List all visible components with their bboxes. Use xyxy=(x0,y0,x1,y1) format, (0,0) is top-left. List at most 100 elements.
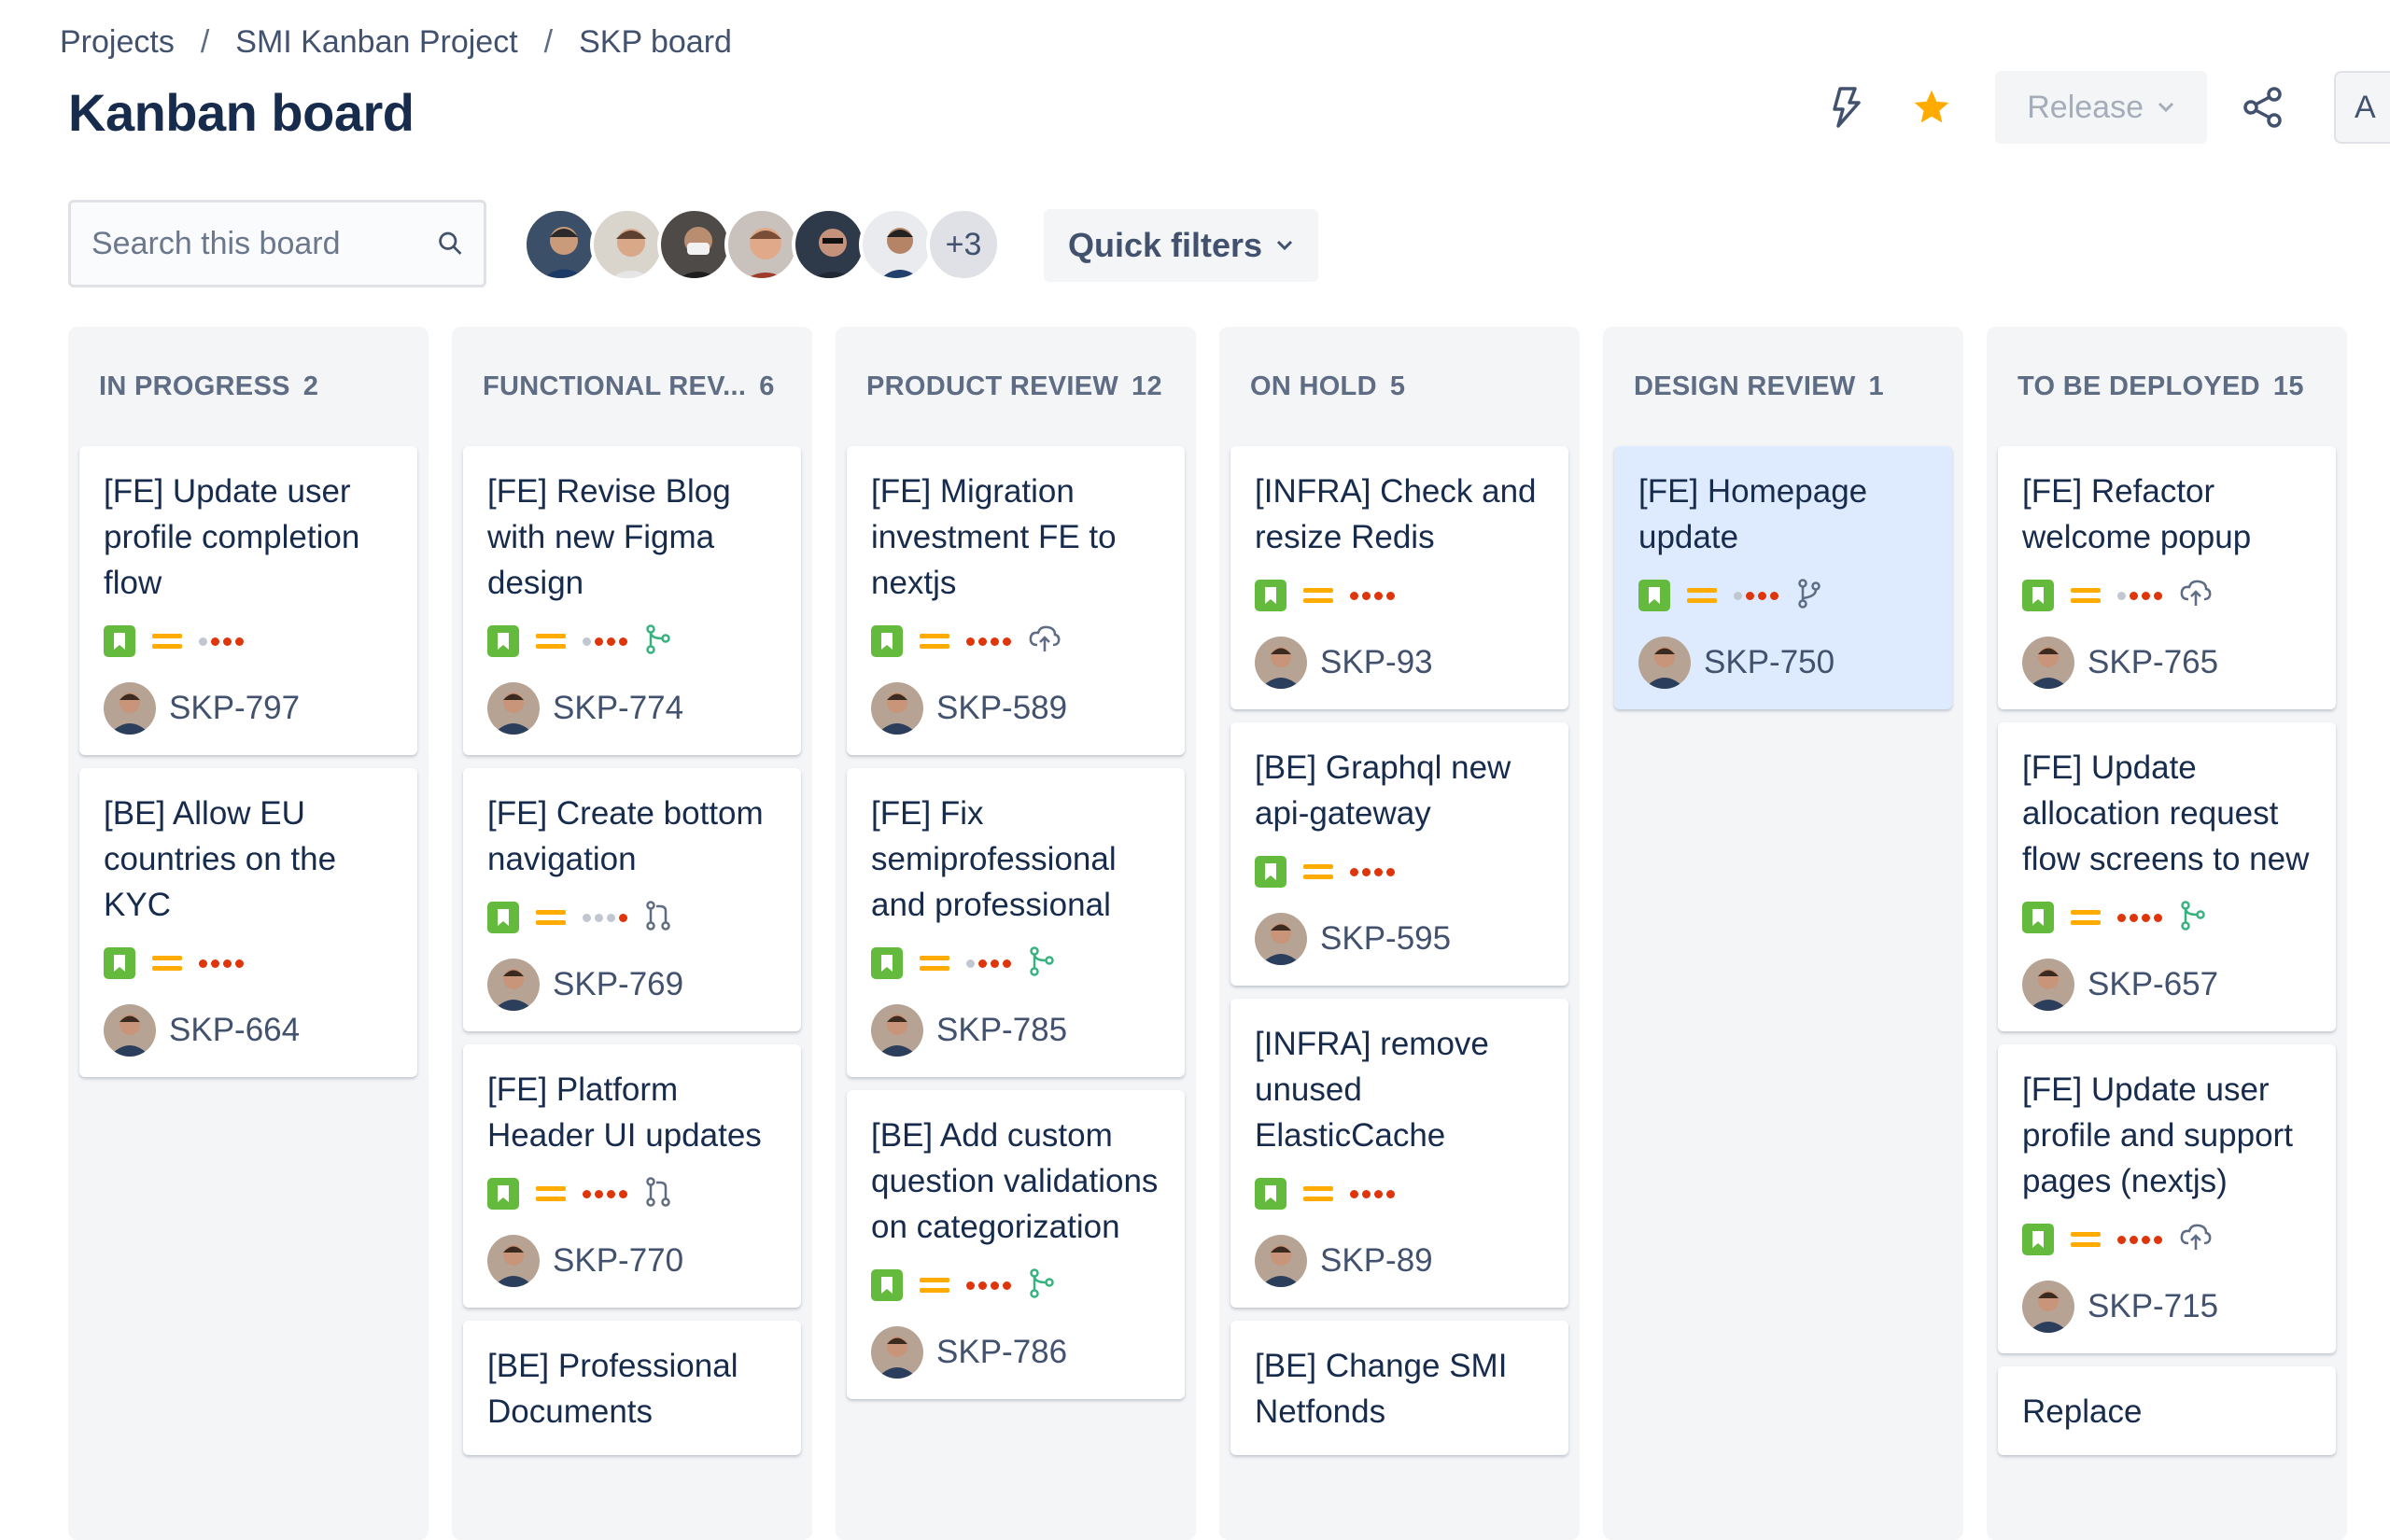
progress-dots xyxy=(583,1189,627,1198)
avatar[interactable] xyxy=(792,207,866,282)
issue-card[interactable]: [FE] Update user profile and support pag… xyxy=(1998,1044,2336,1353)
avatar[interactable] xyxy=(590,207,665,282)
avatar[interactable] xyxy=(2022,959,2074,1011)
column-header[interactable]: FUNCTIONAL REV... 6 xyxy=(463,327,801,446)
avatar[interactable] xyxy=(487,1235,540,1287)
issue-key[interactable]: SKP-774 xyxy=(553,690,683,727)
star-icon[interactable] xyxy=(1902,77,1961,137)
breadcrumb-project[interactable]: SMI Kanban Project xyxy=(235,24,517,61)
search-input[interactable] xyxy=(90,224,436,263)
issue-key[interactable]: SKP-750 xyxy=(1704,644,1835,681)
issue-key[interactable]: SKP-657 xyxy=(2088,966,2218,1003)
column-header[interactable]: IN PROGRESS 2 xyxy=(79,327,417,446)
issue-key[interactable]: SKP-797 xyxy=(169,690,300,727)
issue-key[interactable]: SKP-93 xyxy=(1320,644,1433,681)
avatar[interactable] xyxy=(657,207,732,282)
issue-card[interactable]: [FE] Create bottom navigation SKP-769 xyxy=(463,768,801,1031)
column-header[interactable]: TO BE DEPLOYED 15 xyxy=(1998,327,2336,446)
card-footer: SKP-765 xyxy=(2022,637,2312,689)
issue-card[interactable]: [FE] Update user profile completion flow… xyxy=(79,446,417,755)
avatar[interactable] xyxy=(871,1004,923,1057)
story-icon xyxy=(871,1269,903,1301)
column-header[interactable]: ON HOLD 5 xyxy=(1230,327,1568,446)
avatar[interactable] xyxy=(2022,637,2074,689)
search-box xyxy=(68,200,486,287)
issue-card[interactable]: [BE] Add custom question validations on … xyxy=(847,1090,1185,1399)
issue-card[interactable]: [BE] Professional Documents xyxy=(463,1321,801,1455)
issue-key[interactable]: SKP-589 xyxy=(936,690,1067,727)
avatar[interactable] xyxy=(859,207,934,282)
priority-medium-icon xyxy=(2071,1232,2101,1247)
issue-card[interactable]: [INFRA] Check and resize Redis SKP-93 xyxy=(1230,446,1568,709)
issue-key[interactable]: SKP-770 xyxy=(553,1242,683,1280)
avatar[interactable] xyxy=(2022,1281,2074,1333)
issue-card[interactable]: [BE] Allow EU countries on the KYC SKP-6… xyxy=(79,768,417,1077)
quick-filters-label: Quick filters xyxy=(1068,226,1263,264)
issue-card[interactable]: [FE] Refactor welcome popup SKP-765 xyxy=(1998,446,2336,709)
avatar[interactable] xyxy=(487,682,540,735)
avatar[interactable] xyxy=(523,207,598,282)
card-title: [INFRA] Check and resize Redis xyxy=(1255,473,1537,555)
progress-dots xyxy=(199,959,244,968)
column-header[interactable]: PRODUCT REVIEW 12 xyxy=(847,327,1185,446)
avatar[interactable] xyxy=(1638,637,1691,689)
board-column: TO BE DEPLOYED 15 [FE] Refactor welcome … xyxy=(1987,327,2347,1540)
share-icon[interactable] xyxy=(2233,77,2293,137)
card-title: [FE] Create bottom navigation xyxy=(487,795,764,877)
issue-key[interactable]: SKP-664 xyxy=(169,1012,300,1049)
deploy-icon xyxy=(2179,579,2213,613)
card-footer: SKP-750 xyxy=(1638,637,1928,689)
more-actions-button[interactable]: A xyxy=(2334,71,2390,144)
card-title: [INFRA] remove unused ElasticCache xyxy=(1255,1026,1489,1154)
issue-card[interactable]: [FE] Fix semiprofessional and profession… xyxy=(847,768,1185,1077)
issue-card[interactable]: Replace xyxy=(1998,1366,2336,1455)
priority-medium-icon xyxy=(152,634,182,649)
release-button[interactable]: Release xyxy=(1995,71,2207,144)
avatar[interactable] xyxy=(724,207,799,282)
header-actions: Release A xyxy=(1816,71,2390,144)
card-title: [FE] Platform Header UI updates xyxy=(487,1071,762,1154)
issue-key[interactable]: SKP-785 xyxy=(936,1012,1067,1049)
avatar[interactable] xyxy=(487,959,540,1011)
issue-key[interactable]: SKP-595 xyxy=(1320,920,1451,958)
kanban-board: IN PROGRESS 2 [FE] Update user profile c… xyxy=(68,327,2347,1540)
issue-key[interactable]: SKP-769 xyxy=(553,966,683,1003)
pull-request-icon xyxy=(644,900,672,936)
avatar[interactable] xyxy=(871,682,923,735)
breadcrumb-board[interactable]: SKP board xyxy=(579,24,732,61)
issue-card[interactable]: [BE] Change SMI Netfonds xyxy=(1230,1321,1568,1455)
breadcrumb-projects[interactable]: Projects xyxy=(60,24,175,61)
issue-key[interactable]: SKP-765 xyxy=(2088,644,2218,681)
avatar[interactable] xyxy=(104,682,156,735)
column-title: IN PROGRESS xyxy=(99,371,290,401)
issue-card[interactable]: [FE] Revise Blog with new Figma design S… xyxy=(463,446,801,755)
priority-medium-icon xyxy=(2071,910,2101,925)
page-title: Kanban board xyxy=(68,83,415,142)
issue-key[interactable]: SKP-786 xyxy=(936,1334,1067,1371)
merged-icon xyxy=(2179,900,2207,936)
issue-card[interactable]: [FE] Migration investment FE to nextjs S… xyxy=(847,446,1185,755)
priority-medium-icon xyxy=(920,634,949,649)
progress-dots xyxy=(1734,591,1778,600)
issue-card[interactable]: [INFRA] remove unused ElasticCache SKP-8… xyxy=(1230,999,1568,1308)
avatar[interactable] xyxy=(871,1326,923,1379)
avatar[interactable] xyxy=(1255,913,1307,965)
card-footer: SKP-770 xyxy=(487,1235,777,1287)
issue-card[interactable]: [FE] Update allocation request flow scre… xyxy=(1998,722,2336,1031)
board-column: DESIGN REVIEW 1 [FE] Homepage update SKP… xyxy=(1603,327,1963,1540)
quick-filters-button[interactable]: Quick filters xyxy=(1044,209,1319,282)
issue-key[interactable]: SKP-715 xyxy=(2088,1288,2218,1325)
story-icon xyxy=(487,625,519,657)
issue-card[interactable]: [FE] Platform Header UI updates SKP-770 xyxy=(463,1044,801,1308)
card-footer: SKP-797 xyxy=(104,682,393,735)
issue-card[interactable]: [BE] Graphql new api-gateway SKP-595 xyxy=(1230,722,1568,986)
more-avatars[interactable]: +3 xyxy=(926,207,1001,282)
column-header[interactable]: DESIGN REVIEW 1 xyxy=(1614,327,1952,446)
avatar[interactable] xyxy=(104,1004,156,1057)
avatar[interactable] xyxy=(1255,637,1307,689)
priority-medium-icon xyxy=(536,1186,566,1201)
issue-card[interactable]: [FE] Homepage update SKP-750 xyxy=(1614,446,1952,709)
automation-icon[interactable] xyxy=(1816,77,1876,137)
issue-key[interactable]: SKP-89 xyxy=(1320,1242,1433,1280)
avatar[interactable] xyxy=(1255,1235,1307,1287)
